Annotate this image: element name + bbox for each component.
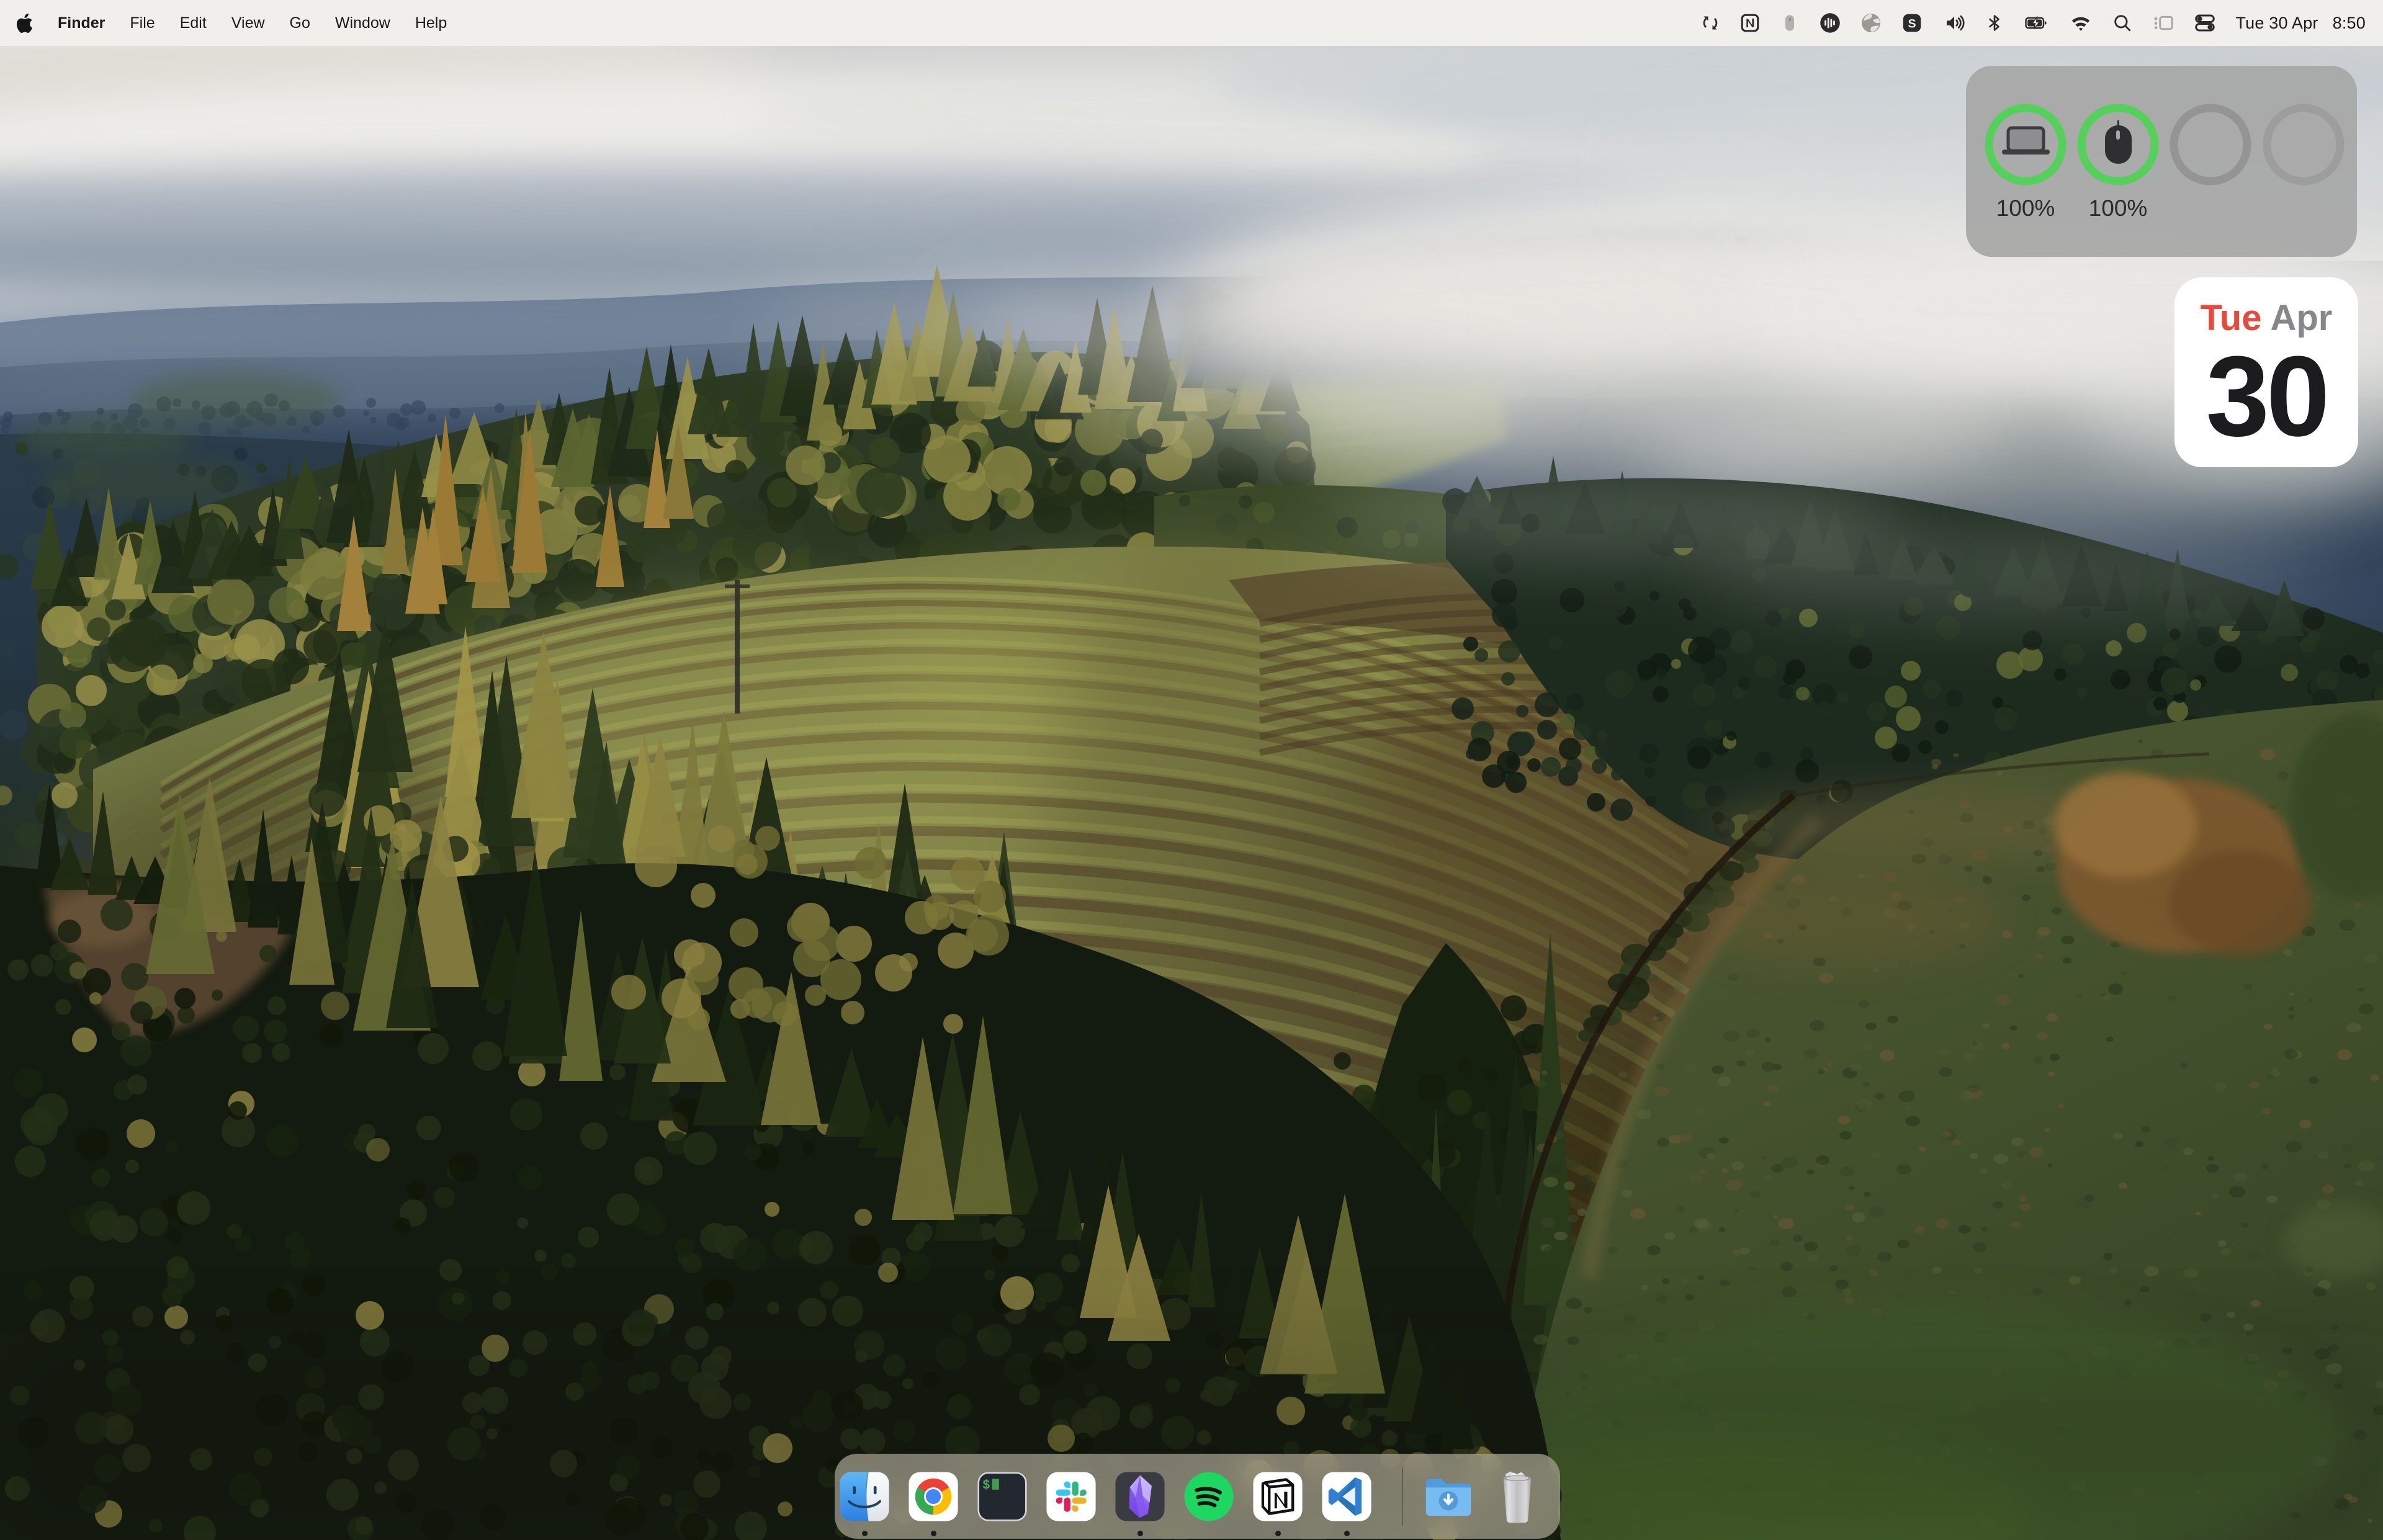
- svg-text:S: S: [1908, 17, 1916, 31]
- svg-text:100%: 100%: [2089, 195, 2148, 221]
- svg-text:100%: 100%: [1996, 195, 2055, 221]
- svg-text:$: $: [982, 1479, 990, 1493]
